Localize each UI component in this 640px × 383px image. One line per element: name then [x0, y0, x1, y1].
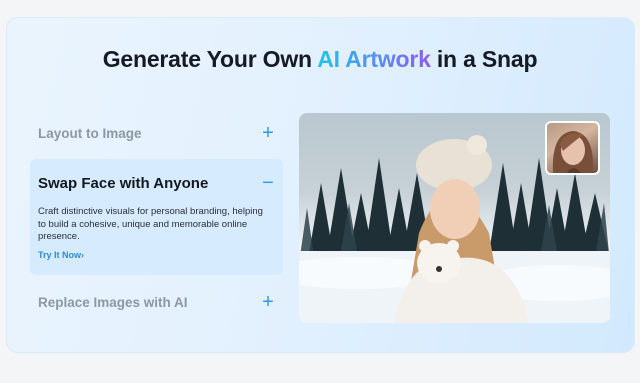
accordion-item-replace-images[interactable]: Replace Images with AI + [30, 284, 283, 320]
title-highlight: AI Artwork [317, 46, 431, 72]
page-title: Generate Your Own AI Artwork in a Snap [102, 46, 538, 72]
plus-icon[interactable]: + [261, 123, 275, 143]
accordion-item-description: Craft distinctive visuals for personal b… [38, 206, 263, 242]
swapped-face-image [552, 131, 594, 173]
accordion-item-swap-face: Swap Face with Anyone − Craft distinctiv… [30, 159, 283, 275]
accordion-item-layout-to-image[interactable]: Layout to Image + [30, 115, 283, 151]
accordion-item-label: Replace Images with AI [38, 294, 188, 310]
accordion-item-label: Swap Face with Anyone [38, 174, 209, 192]
accordion-item-label: Layout to Image [38, 125, 142, 141]
accordion-item-header[interactable]: Swap Face with Anyone − [38, 173, 275, 193]
try-it-now-link[interactable]: Try It Now› [38, 250, 84, 260]
plus-icon[interactable]: + [261, 292, 275, 312]
face-swap-thumbnail [545, 121, 600, 175]
minus-icon[interactable]: − [261, 173, 275, 193]
